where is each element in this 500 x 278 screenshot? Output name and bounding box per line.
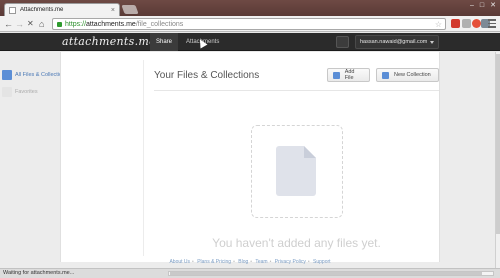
extension-icon-2[interactable]: [462, 19, 471, 28]
user-menu[interactable]: hassan.nawaid@gmail.com: [355, 35, 439, 49]
footer-link-about[interactable]: About Us: [169, 259, 190, 265]
page-favicon-icon: [9, 6, 16, 14]
page-title: Your Files & Collections: [154, 70, 260, 81]
url-text: https://attachments.me/file_collections: [65, 21, 183, 28]
tab-title: Attachments.me: [20, 7, 64, 13]
maximize-icon[interactable]: □: [480, 1, 484, 11]
page-body: All Files & Collections Favorites Your F…: [0, 52, 500, 268]
forward-arrow-icon[interactable]: →: [15, 19, 24, 29]
title-divider: [154, 90, 439, 91]
add-file-button[interactable]: Add File: [327, 68, 370, 82]
footer-link-support[interactable]: Support: [313, 259, 331, 265]
apps-grid-icon[interactable]: [336, 36, 349, 48]
browser-titlebar: Attachments.me × – □ ✕: [0, 0, 500, 16]
browser-menu-icon[interactable]: [488, 19, 496, 28]
footer-link-pricing[interactable]: Plans & Pricing: [197, 259, 231, 265]
vertical-scrollbar-thumb[interactable]: [496, 54, 500, 234]
sidebar-item-favorites[interactable]: Favorites: [2, 87, 38, 97]
sidebar-divider: [143, 60, 144, 256]
app-header: attachments.me Share Attachments hassan.…: [0, 33, 500, 51]
lock-icon: [57, 21, 62, 27]
back-arrow-icon[interactable]: ←: [4, 19, 13, 29]
new-tab-button[interactable]: [121, 5, 139, 14]
status-text: Waiting for attachments.me...: [3, 270, 75, 276]
home-icon[interactable]: ⌂: [39, 19, 44, 29]
new-collection-label: New Collection: [394, 72, 431, 78]
bookmark-star-icon[interactable]: ☆: [435, 19, 442, 30]
add-file-label: Add File: [344, 69, 355, 81]
url-host: attachments.me: [86, 20, 136, 28]
folder-icon: [382, 71, 389, 79]
content-panel: Your Files & Collections Add File New Co…: [60, 52, 440, 262]
sidebar-item-label: Favorites: [15, 89, 38, 95]
new-collection-button[interactable]: New Collection: [376, 68, 439, 82]
app-logo[interactable]: attachments.me: [62, 35, 156, 48]
footer-link-privacy[interactable]: Privacy Policy: [275, 259, 306, 265]
vertical-scrollbar[interactable]: [495, 52, 500, 268]
browser-statusbar: Waiting for attachments.me...: [0, 268, 500, 278]
empty-state-message: You haven't added any files yet.: [212, 236, 381, 250]
url-scheme: https://: [65, 20, 87, 28]
minimize-icon[interactable]: –: [470, 1, 474, 11]
chevron-down-icon: [430, 41, 434, 44]
sidebar-item-all-files[interactable]: All Files & Collections: [2, 70, 68, 80]
footer-link-team[interactable]: Team: [255, 259, 267, 265]
nav-share[interactable]: Share: [150, 33, 178, 51]
user-email: hassan.nawaid@gmail.com: [360, 39, 428, 45]
window-controls: – □ ✕: [470, 1, 496, 11]
address-bar[interactable]: https://attachments.me/file_collections …: [52, 18, 446, 30]
extension-icon-1[interactable]: [451, 19, 460, 28]
tab-close-icon[interactable]: ×: [111, 7, 115, 14]
horizontal-scrollbar-thumb[interactable]: [170, 272, 482, 275]
horizontal-scrollbar[interactable]: [168, 271, 494, 276]
favorites-icon: [2, 87, 12, 97]
files-icon: [2, 70, 12, 80]
empty-dropzone[interactable]: [251, 125, 343, 218]
document-fold-icon: [304, 146, 316, 158]
url-path: /file_collections: [135, 20, 184, 28]
stop-icon[interactable]: ✕: [27, 19, 34, 29]
add-file-icon: [333, 71, 340, 79]
extension-icon-3[interactable]: [472, 19, 481, 28]
browser-tab[interactable]: Attachments.me ×: [4, 3, 120, 16]
footer-link-blog[interactable]: Blog: [238, 259, 248, 265]
close-window-icon[interactable]: ✕: [490, 1, 496, 11]
browser-toolbar: ← → ✕ ⌂ https://attachments.me/file_coll…: [0, 16, 500, 32]
